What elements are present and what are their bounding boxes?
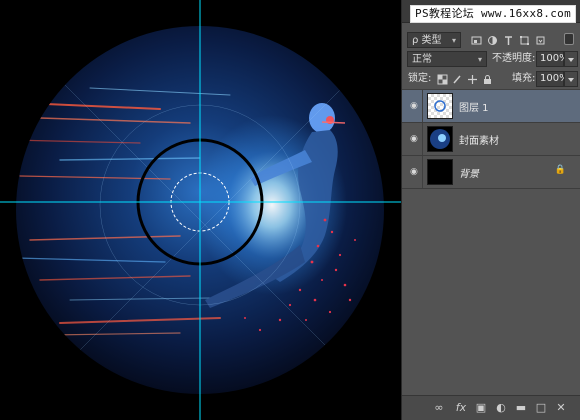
canvas-artwork <box>0 0 401 420</box>
layer-name: 图层 1 <box>459 103 489 114</box>
lock-transparent-icon[interactable] <box>437 74 448 85</box>
fill-dropdown-button[interactable] <box>564 71 578 87</box>
link-icon[interactable]: ∞ <box>432 401 446 415</box>
layer-row-3[interactable]: ◉ 背景 🔒 <box>402 156 580 189</box>
layer-row-1[interactable]: ◉ 图层 1 <box>402 90 580 123</box>
blend-mode-select[interactable]: 正常 ▾ <box>407 51 487 67</box>
layer-thumbnail <box>427 159 453 185</box>
mask-icon[interactable]: ▣ <box>474 401 488 415</box>
opacity-input[interactable]: 100% <box>536 51 569 67</box>
layers-bottom-toolbar: ∞ fx ▣ ◐ ▬ □ ✕ <box>402 395 580 420</box>
lock-all-icon[interactable] <box>482 74 493 85</box>
fx-icon[interactable]: fx <box>454 401 468 415</box>
lock-pixels-icon[interactable] <box>452 74 463 85</box>
layer-thumbnail <box>427 93 453 119</box>
lock-position-icon[interactable] <box>467 74 478 85</box>
lock-label: 锁定: <box>408 73 432 84</box>
adjustment-icon[interactable]: ◐ <box>494 401 508 415</box>
layers-panel: 图层 通道 路径 PS教程论坛 www.16xx8.com ρ 类型 ▾ 正常 … <box>401 0 580 420</box>
eye-icon[interactable]: ◉ <box>410 101 420 111</box>
trash-icon[interactable]: ✕ <box>554 401 568 415</box>
opacity-dropdown-button[interactable] <box>564 51 578 67</box>
folder-icon[interactable]: ▬ <box>514 401 528 415</box>
eye-icon[interactable]: ◉ <box>410 134 420 144</box>
lock-icon: 🔒 <box>554 165 566 175</box>
pixel-filter-icon[interactable] <box>471 35 482 46</box>
shape-filter-icon[interactable] <box>519 35 530 46</box>
layer-name: 封面素材 <box>459 136 499 147</box>
canvas[interactable] <box>0 0 401 420</box>
watermark: PS教程论坛 www.16xx8.com <box>410 5 576 23</box>
layer-filter-select[interactable]: ρ 类型 ▾ <box>407 32 461 48</box>
new-layer-icon[interactable]: □ <box>534 401 548 415</box>
opacity-label: 不透明度: <box>492 53 536 64</box>
layer-row-2[interactable]: ◉ 封面素材 <box>402 123 580 156</box>
eye-icon[interactable]: ◉ <box>410 167 420 177</box>
filter-toggle[interactable] <box>564 33 574 45</box>
fill-label: 填充: <box>512 73 536 84</box>
chevron-down-icon: ▾ <box>477 55 482 64</box>
smart-object-filter-icon[interactable] <box>535 35 546 46</box>
layers-list: ◉ 图层 1 ◉ 封面素材 ◉ 背景 🔒 <box>402 89 580 394</box>
layer-thumbnail <box>427 126 453 152</box>
blend-mode-value: 正常 <box>412 54 432 65</box>
filter-label: ρ 类型 <box>412 35 442 46</box>
adjustment-filter-icon[interactable] <box>487 35 498 46</box>
chevron-down-icon: ▾ <box>451 36 456 45</box>
layer-name: 背景 <box>459 169 479 180</box>
type-filter-icon[interactable] <box>503 35 514 46</box>
fill-input[interactable]: 100% <box>536 71 569 87</box>
